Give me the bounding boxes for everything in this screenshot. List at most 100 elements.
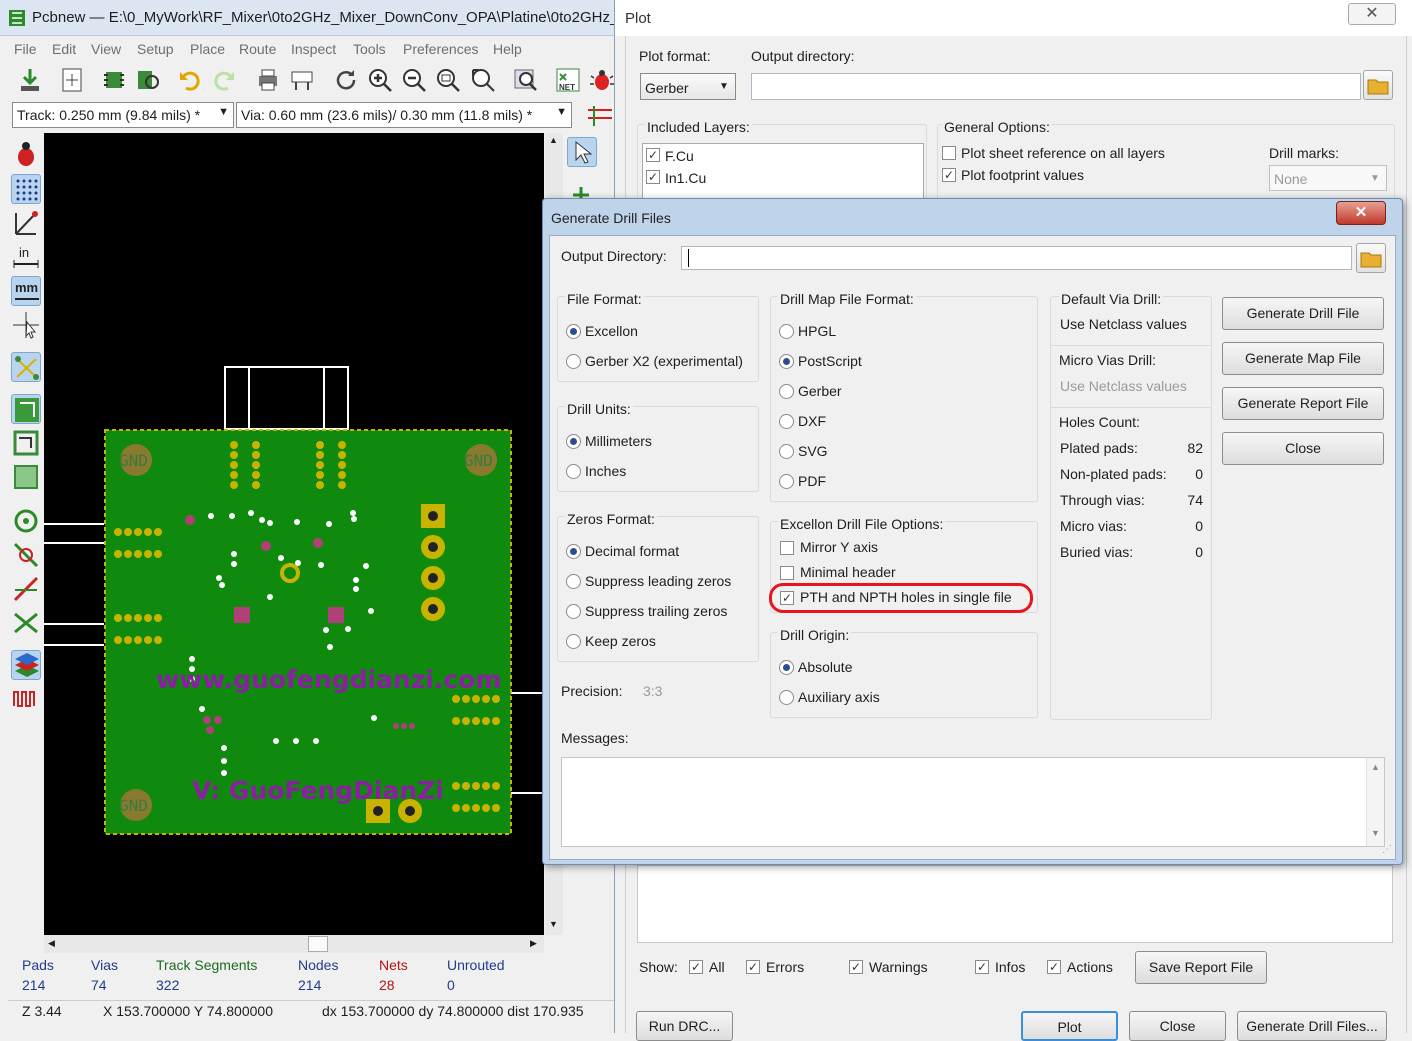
scroll-right-icon[interactable]: ▶	[530, 938, 537, 949]
pcb-canvas[interactable]: GND GND GND www.guofengdianzi.com V: Guo…	[44, 133, 544, 935]
scroll-down-icon[interactable]: ▼	[549, 919, 558, 929]
origin-auxiliary-radio[interactable]	[779, 690, 794, 705]
page-settings-icon[interactable]	[58, 66, 86, 94]
select-arrow-icon[interactable]	[567, 137, 597, 167]
track-sketch-icon[interactable]	[11, 574, 41, 604]
keep-zeros-radio[interactable]	[566, 634, 581, 649]
millimeters-radio[interactable]	[566, 434, 581, 449]
origin-absolute-radio[interactable]	[779, 660, 794, 675]
plot-close-button[interactable]: Close	[1129, 1011, 1226, 1041]
plot-sheet-ref-checkbox[interactable]	[942, 146, 956, 160]
show-all-checkbox[interactable]: ✓	[689, 960, 703, 974]
decimal-format-radio[interactable]	[566, 544, 581, 559]
generate-drill-file-button[interactable]: Generate Drill File	[1222, 297, 1384, 330]
netlist-icon[interactable]: NET	[554, 66, 582, 94]
plot-close-icon[interactable]: ✕	[1348, 3, 1396, 25]
ratsnest-icon[interactable]	[11, 352, 41, 382]
footprint-editor-icon[interactable]	[100, 66, 128, 94]
zone-fill-icon[interactable]	[11, 394, 41, 424]
map-dxf-radio[interactable]	[779, 414, 794, 429]
scroll-up-icon[interactable]: ▲	[549, 135, 558, 145]
menu-setup[interactable]: Setup	[137, 41, 174, 57]
show-errors-checkbox[interactable]: ✓	[746, 960, 760, 974]
menu-route[interactable]: Route	[239, 41, 276, 57]
menu-inspect[interactable]: Inspect	[291, 41, 336, 57]
generate-report-file-button[interactable]: Generate Report File	[1222, 387, 1384, 420]
run-drc-button[interactable]: Run DRC...	[636, 1011, 733, 1041]
suppress-trailing-radio[interactable]	[566, 604, 581, 619]
zone-outline-icon[interactable]	[11, 428, 41, 458]
messages-scrollbar[interactable]: ▲ ▼	[1366, 758, 1384, 846]
save-report-button[interactable]: Save Report File	[1135, 951, 1267, 984]
plot-fp-values-checkbox[interactable]: ✓	[942, 168, 956, 182]
inches-radio[interactable]	[566, 464, 581, 479]
generate-map-file-button[interactable]: Generate Map File	[1222, 342, 1384, 375]
plot-format-select[interactable]: Gerber ▼	[640, 73, 736, 100]
save-board-icon[interactable]	[16, 66, 44, 94]
redo-icon[interactable]	[210, 66, 238, 94]
show-warnings-checkbox[interactable]: ✓	[849, 960, 863, 974]
scroll-down-icon[interactable]: ▼	[1371, 828, 1380, 838]
drill-browse-folder-icon[interactable]	[1356, 243, 1386, 273]
redraw-icon[interactable]	[332, 66, 360, 94]
via-sketch-icon[interactable]	[11, 540, 41, 570]
track-width-select[interactable]: Track: 0.250 mm (9.84 mils) * ▼	[12, 102, 234, 128]
drill-marks-select[interactable]: None ▼	[1269, 165, 1387, 191]
plot-icon[interactable]	[288, 66, 316, 94]
drill-close-button[interactable]: Close	[1222, 432, 1384, 465]
high-contrast-icon[interactable]	[11, 608, 41, 638]
menu-place[interactable]: Place	[190, 41, 225, 57]
zoom-selection-icon[interactable]	[468, 66, 496, 94]
drill-messages-textarea[interactable]: ▲ ▼	[561, 757, 1385, 847]
menu-file[interactable]: File	[14, 41, 37, 57]
pad-sketch-icon[interactable]	[11, 506, 41, 536]
undo-icon[interactable]	[176, 66, 204, 94]
layer-in1cu-checkbox[interactable]: ✓	[646, 170, 660, 184]
generate-drill-files-button[interactable]: Generate Drill Files...	[1237, 1011, 1387, 1041]
menu-tools[interactable]: Tools	[353, 41, 386, 57]
show-infos-checkbox[interactable]: ✓	[975, 960, 989, 974]
menu-help[interactable]: Help	[493, 41, 522, 57]
plot-button[interactable]: Plot	[1021, 1011, 1118, 1041]
gerber-x2-radio[interactable]	[566, 354, 581, 369]
menu-edit[interactable]: Edit	[52, 41, 76, 57]
map-gerber-radio[interactable]	[779, 384, 794, 399]
drill-dialog-close-icon[interactable]: ✕	[1336, 201, 1386, 225]
plot-browse-folder-icon[interactable]	[1363, 70, 1393, 100]
scroll-thumb[interactable]	[308, 936, 328, 952]
menu-preferences[interactable]: Preferences	[403, 41, 478, 57]
show-actions-checkbox[interactable]: ✓	[1047, 960, 1061, 974]
plot-output-directory-input[interactable]	[751, 73, 1361, 100]
track-tool-icon[interactable]	[586, 102, 614, 128]
polar-coords-icon[interactable]	[11, 208, 41, 238]
print-icon[interactable]	[254, 66, 282, 94]
layer-fcu-checkbox[interactable]: ✓	[646, 148, 660, 162]
map-postscript-radio[interactable]	[779, 354, 794, 369]
mirror-y-checkbox[interactable]	[780, 541, 794, 555]
minimal-header-checkbox[interactable]	[780, 566, 794, 580]
footprint-viewer-icon[interactable]	[134, 66, 162, 94]
map-svg-radio[interactable]	[779, 444, 794, 459]
resize-grip-icon[interactable]: ⋰	[1382, 844, 1392, 855]
zoom-out-icon[interactable]	[400, 66, 428, 94]
drill-output-directory-input[interactable]	[681, 246, 1352, 270]
drc-marker-icon[interactable]	[11, 140, 41, 170]
scroll-up-icon[interactable]: ▲	[1371, 762, 1380, 772]
zoom-in-icon[interactable]	[366, 66, 394, 94]
scroll-left-icon[interactable]: ◀	[48, 938, 55, 949]
units-inch-icon[interactable]: in	[11, 242, 41, 272]
pcb-board-drawing[interactable]: GND GND GND www.guofengdianzi.com V: Guo…	[44, 133, 544, 935]
layers-manager-icon[interactable]	[11, 650, 41, 680]
via-size-select[interactable]: Via: 0.60 mm (23.6 mils)/ 0.30 mm (11.8 …	[236, 102, 572, 128]
zoom-fit-icon[interactable]	[434, 66, 462, 94]
zone-hide-icon[interactable]	[11, 462, 41, 492]
cursor-shape-icon[interactable]	[11, 310, 41, 340]
microwave-tools-icon[interactable]	[11, 684, 41, 714]
canvas-horizontal-scrollbar[interactable]: ◀ ▶	[44, 935, 544, 953]
drc-bug-icon[interactable]	[588, 66, 616, 94]
excellon-radio[interactable]	[566, 324, 581, 339]
menu-view[interactable]: View	[91, 41, 121, 57]
grid-toggle-icon[interactable]	[11, 174, 41, 204]
map-hpgl-radio[interactable]	[779, 324, 794, 339]
units-mm-icon[interactable]: mm	[11, 276, 41, 306]
